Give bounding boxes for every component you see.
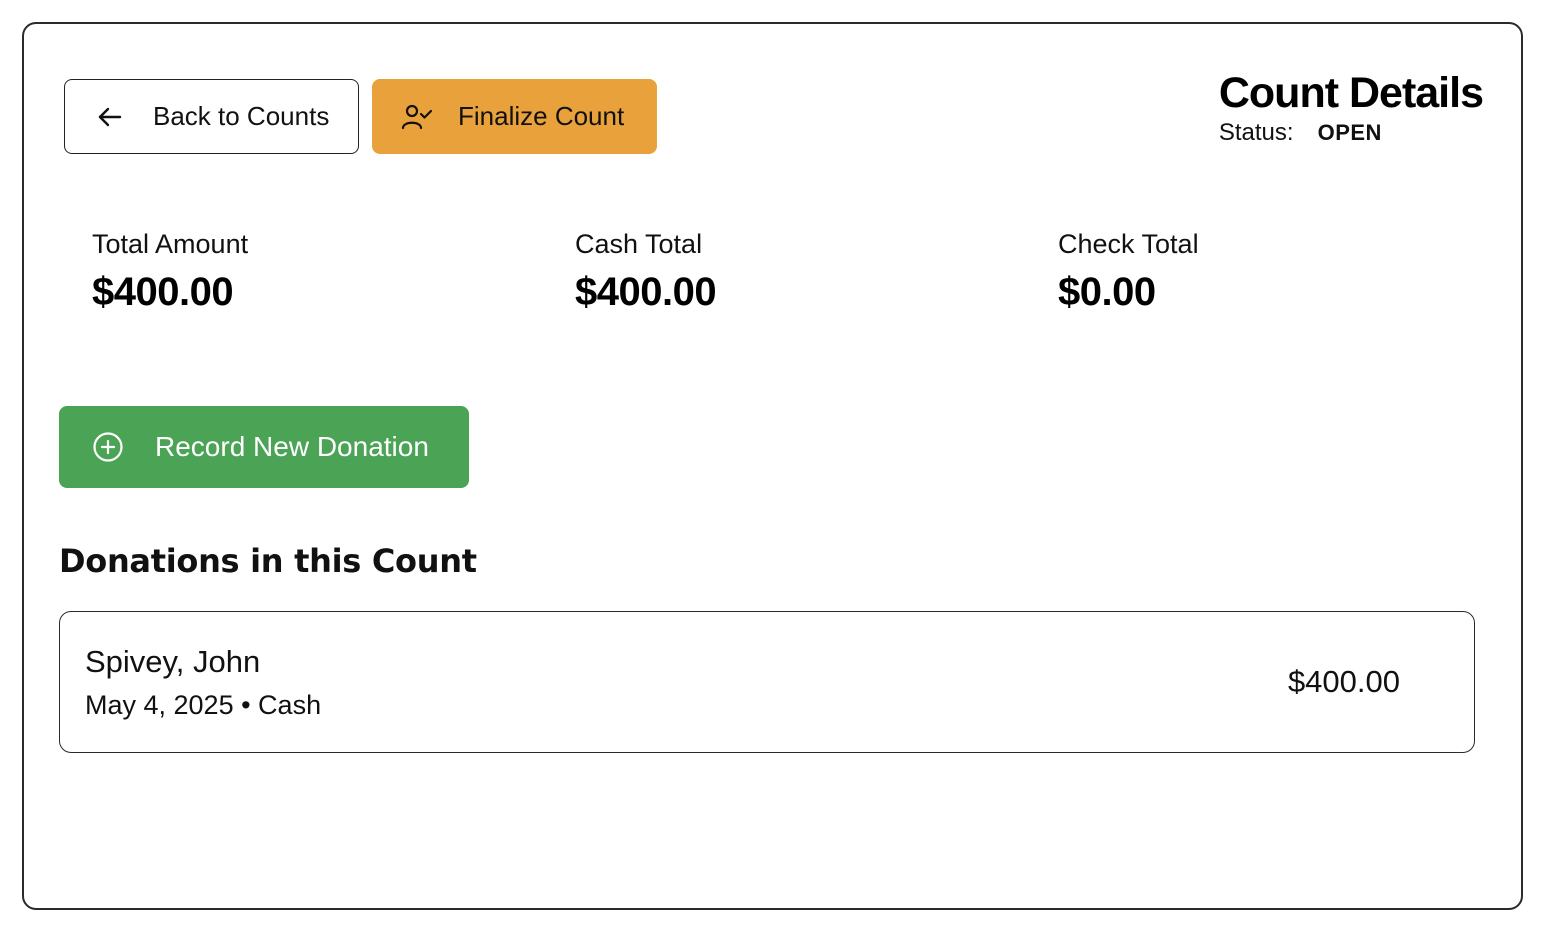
record-new-donation-button[interactable]: Record New Donation bbox=[59, 406, 469, 488]
stat-total-label: Total Amount bbox=[92, 229, 249, 259]
page-header: Count Details Status: OPEN bbox=[1218, 69, 1484, 147]
status-badge: OPEN bbox=[1317, 120, 1382, 146]
status-line: Status: OPEN bbox=[1219, 119, 1483, 147]
record-new-donation-label: Record New Donation bbox=[155, 431, 429, 462]
finalize-count-button[interactable]: Finalize Count bbox=[372, 79, 657, 154]
stat-cash-total: Cash Total $400.00 bbox=[575, 229, 717, 315]
count-details-card: Back to Counts Finalize Count Count Deta… bbox=[22, 22, 1523, 910]
donation-meta: May 4, 2025 • Cash bbox=[85, 690, 322, 720]
plus-circle-icon bbox=[91, 431, 125, 463]
stat-check-value: $0.00 bbox=[1058, 270, 1156, 314]
donation-amount: $400.00 bbox=[1287, 664, 1400, 699]
back-to-counts-button[interactable]: Back to Counts bbox=[64, 79, 359, 154]
finalize-count-label: Finalize Count bbox=[458, 101, 625, 131]
user-check-icon bbox=[400, 103, 434, 131]
list-item[interactable]: Spivey, John May 4, 2025 • Cash $400.00 bbox=[59, 611, 1475, 753]
donor-name: Spivey, John bbox=[85, 644, 261, 679]
arrow-left-icon bbox=[95, 106, 125, 128]
stat-total-amount: Total Amount $400.00 bbox=[92, 229, 248, 315]
stat-cash-label: Cash Total bbox=[575, 229, 703, 259]
status-label: Status: bbox=[1218, 119, 1294, 147]
stat-cash-value: $400.00 bbox=[575, 270, 717, 314]
donations-section-title: Donations in this Count bbox=[59, 542, 477, 580]
stat-check-label: Check Total bbox=[1058, 229, 1199, 259]
stat-check-total: Check Total $0.00 bbox=[1058, 229, 1199, 315]
back-to-counts-label: Back to Counts bbox=[153, 101, 330, 131]
stat-total-value: $400.00 bbox=[92, 270, 234, 314]
page-title: Count Details bbox=[1218, 69, 1484, 117]
